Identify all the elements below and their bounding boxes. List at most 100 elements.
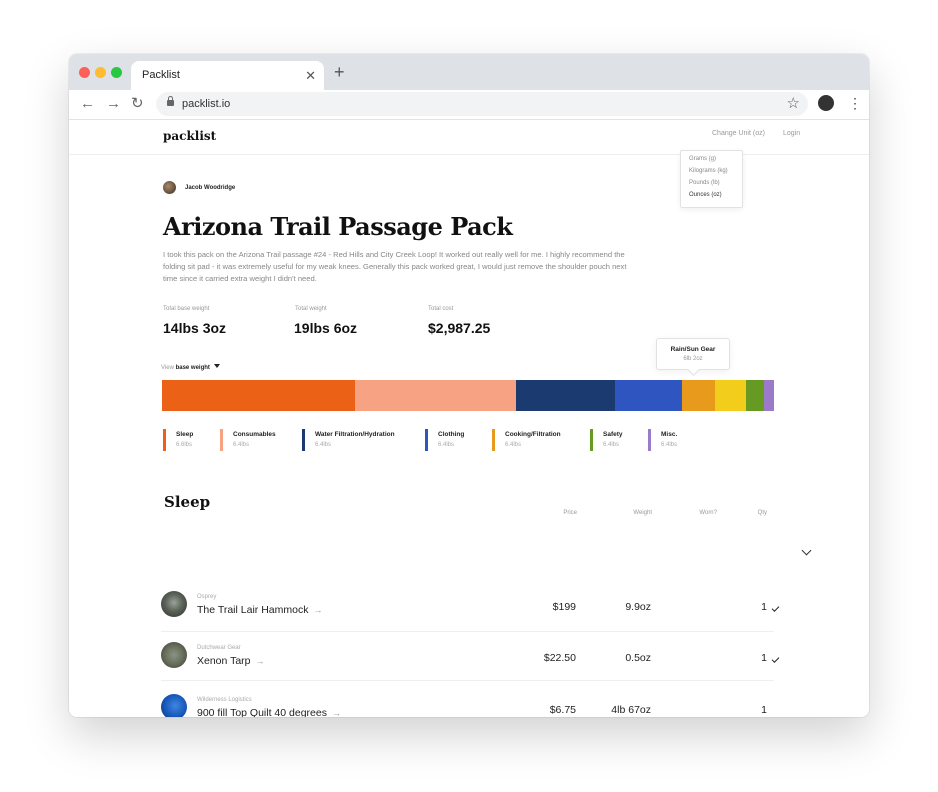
arrow-right-icon: → xyxy=(331,708,341,717)
maximize-window-button[interactable] xyxy=(111,67,122,78)
column-header-worn: Worn? xyxy=(699,510,717,516)
item-name: The Trail Lair Hammock xyxy=(197,604,309,616)
chevron-down-icon[interactable] xyxy=(801,545,812,556)
item-qty[interactable]: 1 xyxy=(741,652,767,664)
legend-swatch xyxy=(590,429,593,451)
unit-option-pounds[interactable]: Pounds (lb) xyxy=(689,180,720,186)
arrow-right-icon: → xyxy=(313,605,323,615)
tooltip-weight: 6lb 2oz xyxy=(683,356,703,362)
view-prefix: View xyxy=(161,365,174,371)
total-cost-value: $2,987.25 xyxy=(428,320,491,336)
item-weight: 0.5oz xyxy=(625,652,651,664)
item-brand: Dutchwear Gear xyxy=(197,645,241,651)
tab-close-icon[interactable]: ✕ xyxy=(305,61,316,90)
item-weight: 4lb 67oz xyxy=(611,704,651,716)
close-window-button[interactable] xyxy=(79,67,90,78)
item-price: $22.50 xyxy=(543,652,576,664)
pack-description: I took this pack on the Arizona Trail pa… xyxy=(163,250,627,283)
unit-dropdown: Grams (g) Kilograms (kg) Pounds (lb) Oun… xyxy=(680,150,743,208)
legend-label: Consumables xyxy=(233,431,276,438)
legend-swatch xyxy=(302,429,305,451)
legend-swatch xyxy=(163,429,166,451)
unit-option-grams[interactable]: Grams (g) xyxy=(689,156,716,162)
tooltip-category: Rain/Sun Gear xyxy=(670,346,716,353)
bookmark-star-icon[interactable]: ☆ xyxy=(787,93,800,115)
forward-arrow-icon[interactable]: → xyxy=(106,95,121,113)
total-weight-value: 19lbs 6oz xyxy=(294,320,358,336)
row-divider xyxy=(161,631,774,632)
item-qty[interactable]: 1 xyxy=(741,704,767,716)
legend-swatch xyxy=(648,429,651,451)
total-cost-label: Total cost xyxy=(428,306,454,312)
bar-segment[interactable] xyxy=(745,380,765,411)
legend-value: 6.6lbs xyxy=(176,442,193,448)
browser-menu-icon[interactable]: ⋮ xyxy=(848,94,862,112)
worn-check-icon[interactable] xyxy=(771,604,780,612)
column-header-weight: Weight xyxy=(633,510,652,516)
legend-label: Water Filtration/Hydration xyxy=(315,431,395,438)
legend-value: 6.4lbs xyxy=(315,442,332,448)
author-avatar[interactable] xyxy=(163,181,176,194)
bar-segment[interactable] xyxy=(162,380,355,411)
worn-check-icon[interactable] xyxy=(771,655,780,663)
item-name-link[interactable]: 900 fill Top Quilt 40 degrees → xyxy=(197,707,341,717)
item-price: $199 xyxy=(552,601,576,613)
profile-avatar[interactable] xyxy=(818,95,834,111)
change-unit-link[interactable]: Change Unit (oz) xyxy=(712,130,765,137)
legend-label: Sleep xyxy=(176,431,194,438)
item-thumbnail xyxy=(161,591,187,617)
item-name-link[interactable]: Xenon Tarp → xyxy=(197,655,265,667)
bar-segment[interactable] xyxy=(614,380,683,411)
legend-label: Cooking/Filtration xyxy=(505,431,561,438)
bar-segment[interactable] xyxy=(515,380,615,411)
item-qty[interactable]: 1 xyxy=(741,601,767,613)
view-mode-value: base weight xyxy=(175,365,210,371)
login-link[interactable]: Login xyxy=(783,130,800,137)
bar-tooltip: Rain/Sun Gear 6lb 2oz xyxy=(656,338,730,370)
legend-value: 6.4lbs xyxy=(603,442,620,448)
page-content: packlist Change Unit (oz) Login Grams (g… xyxy=(69,120,869,717)
tab-title: Packlist xyxy=(142,69,180,81)
tab-strip: Packlist ✕ + xyxy=(69,54,869,90)
lock-icon xyxy=(167,96,174,106)
new-tab-button[interactable]: + xyxy=(334,63,345,81)
unit-option-ounces[interactable]: Ounces (oz) xyxy=(689,192,722,198)
reload-icon[interactable]: ↻ xyxy=(131,95,144,113)
bar-segment[interactable] xyxy=(715,380,746,411)
bar-segment[interactable] xyxy=(682,380,716,411)
item-thumbnail xyxy=(161,642,187,668)
bar-segment[interactable] xyxy=(764,380,774,411)
legend-label: Misc. xyxy=(661,431,678,438)
view-mode-selector[interactable]: View base weight xyxy=(161,364,220,371)
total-weight-label: Total weight xyxy=(295,306,327,312)
weight-breakdown-bar xyxy=(162,380,774,411)
browser-window: Packlist ✕ + ← → ↻ packlist.io ☆ ⋮ packl… xyxy=(69,54,869,717)
url-text: packlist.io xyxy=(182,98,231,110)
browser-tab[interactable]: Packlist ✕ xyxy=(131,61,324,90)
unit-option-kilograms[interactable]: Kilograms (kg) xyxy=(689,168,728,174)
item-name: 900 fill Top Quilt 40 degrees xyxy=(197,707,327,717)
caret-down-icon xyxy=(213,364,220,368)
column-header-price: Price xyxy=(563,510,577,516)
section-title: Sleep xyxy=(164,493,211,511)
back-arrow-icon[interactable]: ← xyxy=(80,95,95,113)
legend-swatch xyxy=(220,429,223,451)
site-logo[interactable]: packlist xyxy=(163,129,216,143)
legend-swatch xyxy=(425,429,428,451)
item-weight: 9.9oz xyxy=(625,601,651,613)
item-thumbnail xyxy=(161,694,187,717)
browser-toolbar: ← → ↻ packlist.io ☆ ⋮ xyxy=(69,90,869,120)
item-price: $6.75 xyxy=(549,704,576,716)
legend-value: 6.4lbs xyxy=(233,442,250,448)
item-brand: Wilderness Logistics xyxy=(197,697,252,703)
address-bar[interactable]: packlist.io ☆ xyxy=(156,92,808,116)
base-weight-label: Total base weight xyxy=(163,306,210,312)
row-divider xyxy=(161,680,774,681)
legend-label: Safety xyxy=(603,431,623,438)
item-name-link[interactable]: The Trail Lair Hammock → xyxy=(197,604,322,616)
base-weight-value: 14lbs 3oz xyxy=(163,320,227,336)
bar-segment[interactable] xyxy=(354,380,516,411)
author-name[interactable]: Jacob Woodridge xyxy=(185,185,235,191)
legend-swatch xyxy=(492,429,495,451)
minimize-window-button[interactable] xyxy=(95,67,106,78)
